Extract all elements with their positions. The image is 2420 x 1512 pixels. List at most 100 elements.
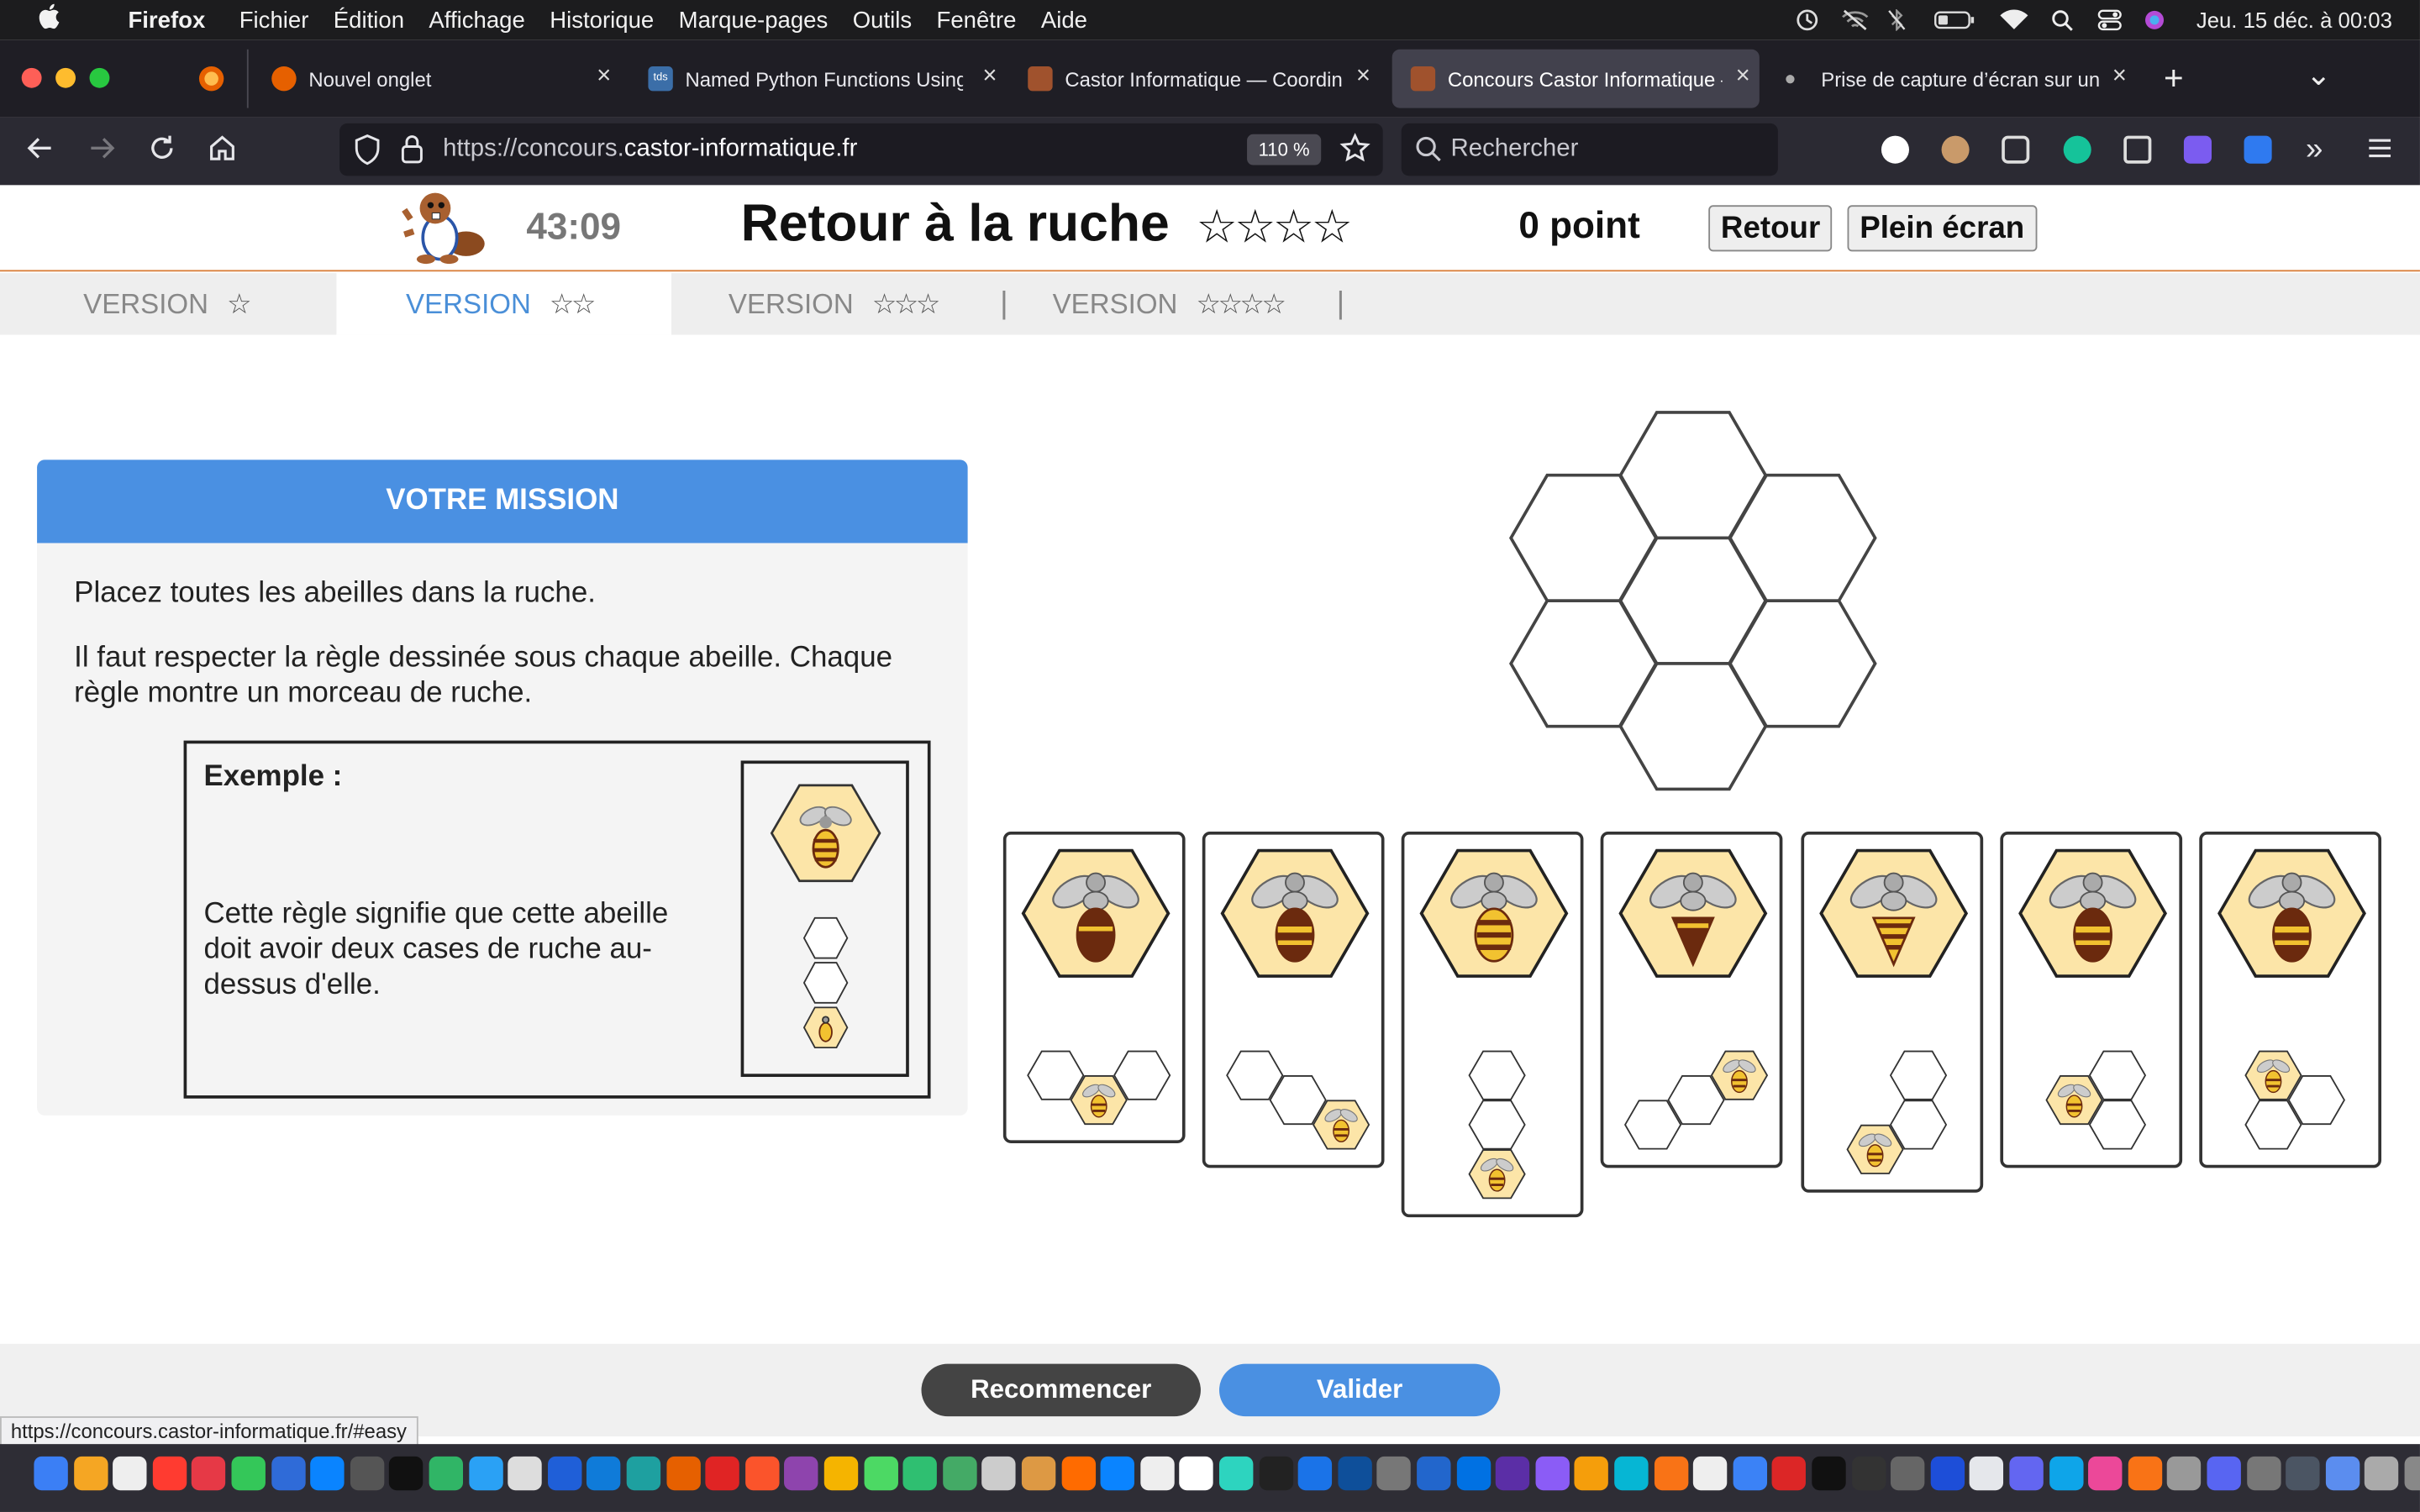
tab-castor-coordination[interactable]: Castor Informatique — Coordina ×	[1009, 50, 1380, 108]
dock-app-icon[interactable]	[2049, 1456, 2083, 1491]
dock-app-icon[interactable]	[2009, 1456, 2044, 1491]
url-text[interactable]: https://concours.castor-informatique.fr	[443, 136, 857, 164]
dock-app-icon[interactable]	[1812, 1456, 1846, 1491]
time-machine-icon[interactable]	[1795, 9, 1819, 31]
siri-icon[interactable]	[2144, 9, 2168, 31]
dock-app-icon[interactable]	[587, 1456, 622, 1491]
dock-app-icon[interactable]	[705, 1456, 740, 1491]
firefox-view-icon[interactable]	[197, 65, 225, 92]
dock-app-icon[interactable]	[626, 1456, 661, 1491]
tab-python-functions[interactable]: tds Named Python Functions Using ×	[629, 50, 1006, 108]
bluetooth-off-icon[interactable]	[1888, 8, 1912, 32]
dock-app-icon[interactable]	[1891, 1456, 1925, 1491]
tab-version-3-stars[interactable]: VERSION ☆☆☆	[671, 273, 996, 334]
dock-app-icon[interactable]	[2167, 1456, 2202, 1491]
dock-app-icon[interactable]	[784, 1456, 819, 1491]
dock-app-icon[interactable]	[1298, 1456, 1333, 1491]
dock-app-icon[interactable]	[863, 1456, 898, 1491]
bee-card[interactable]	[2000, 831, 2183, 1168]
menu-fichier[interactable]: Fichier	[227, 7, 321, 33]
dock-app-icon[interactable]	[1535, 1456, 1570, 1491]
dock-app-icon[interactable]	[1259, 1456, 1293, 1491]
dock-app-icon[interactable]	[1693, 1456, 1728, 1491]
translate-extension-icon[interactable]	[2123, 135, 2152, 164]
menubar-clock[interactable]: Jeu. 15 déc. à 00:03	[2196, 8, 2392, 32]
battery-icon[interactable]	[1934, 9, 1977, 31]
dock-app-icon[interactable]	[389, 1456, 424, 1491]
dock-app-icon[interactable]	[231, 1456, 266, 1491]
menu-fenetre[interactable]: Fenêtre	[924, 7, 1028, 33]
menu-aide[interactable]: Aide	[1028, 7, 1100, 33]
new-tab-button[interactable]: +	[2164, 59, 2184, 99]
close-tab-icon[interactable]: ×	[2112, 63, 2127, 91]
menu-marque-pages[interactable]: Marque-pages	[666, 7, 840, 33]
apple-menu-icon[interactable]	[24, 3, 72, 37]
dock-app-icon[interactable]	[2286, 1456, 2320, 1491]
dock-app-icon[interactable]	[1733, 1456, 1767, 1491]
window-close-button[interactable]	[21, 67, 42, 88]
restart-button[interactable]: Recommencer	[921, 1363, 1201, 1417]
avatar-extension-icon[interactable]	[1941, 135, 1970, 164]
back-button[interactable]: Retour	[1708, 205, 1833, 252]
dock-app-icon[interactable]	[1575, 1456, 1609, 1491]
bee-card[interactable]	[1002, 831, 1186, 1143]
dock-app-icon[interactable]	[1021, 1456, 1056, 1491]
menu-affichage[interactable]: Affichage	[417, 7, 538, 33]
dock-app-icon[interactable]	[468, 1456, 503, 1491]
dock-app-icon[interactable]	[2365, 1456, 2399, 1491]
home-icon[interactable]	[207, 133, 238, 171]
window-minimize-button[interactable]	[55, 67, 76, 88]
wifi-off-icon[interactable]	[1841, 9, 1869, 31]
dock-app-icon[interactable]	[2128, 1456, 2162, 1491]
fullscreen-button[interactable]: Plein écran	[1847, 205, 2037, 252]
dock-app-icon[interactable]	[429, 1456, 464, 1491]
dock-app-icon[interactable]	[981, 1456, 1017, 1491]
dock-app-icon[interactable]	[152, 1456, 187, 1491]
dock-app-icon[interactable]	[2404, 1456, 2420, 1491]
dock-app-icon[interactable]	[271, 1456, 305, 1491]
validate-button[interactable]: Valider	[1218, 1363, 1501, 1417]
bookmark-star-icon[interactable]	[1339, 133, 1370, 171]
dock-app-icon[interactable]	[1970, 1456, 2004, 1491]
close-tab-icon[interactable]: ×	[597, 63, 611, 91]
dock-app-icon[interactable]	[192, 1456, 226, 1491]
dock-app-icon[interactable]	[1100, 1456, 1135, 1491]
back-arrow-icon[interactable]	[24, 133, 55, 171]
bee-card[interactable]	[1600, 831, 1783, 1168]
tab-version-1-star[interactable]: VERSION ☆	[0, 273, 336, 334]
bee-card[interactable]	[2199, 831, 2382, 1168]
dock-app-icon[interactable]	[310, 1456, 345, 1491]
zoom-level-badge[interactable]: 110 %	[1247, 134, 1322, 165]
dock-app-icon[interactable]	[1377, 1456, 1412, 1491]
more-tools-chevron-icon[interactable]: »	[2306, 133, 2323, 168]
dock-app-icon[interactable]	[823, 1456, 859, 1491]
pocket-icon[interactable]	[2002, 135, 2030, 164]
dock-app-icon[interactable]	[547, 1456, 582, 1491]
dock-app-icon[interactable]	[1496, 1456, 1530, 1491]
dock-app-icon[interactable]	[2325, 1456, 2360, 1491]
tab-version-4-stars[interactable]: VERSION ☆☆☆☆	[1018, 273, 1334, 334]
pinterest-extension-icon[interactable]	[1881, 135, 1909, 164]
tab-concours-castor[interactable]: Concours Castor Informatique — ×	[1392, 49, 1760, 108]
dock-app-icon[interactable]	[1851, 1456, 1886, 1491]
dock-app-icon[interactable]	[902, 1456, 938, 1491]
dock-app-icon[interactable]	[1772, 1456, 1807, 1491]
reload-icon[interactable]	[146, 133, 177, 171]
dock-app-icon[interactable]	[113, 1456, 147, 1491]
dock-app-icon[interactable]	[73, 1456, 108, 1491]
spotlight-search-icon[interactable]	[2051, 9, 2075, 31]
dock-app-icon[interactable]	[666, 1456, 701, 1491]
menu-historique[interactable]: Historique	[538, 7, 666, 33]
menu-outils[interactable]: Outils	[840, 7, 924, 33]
dock-app-icon[interactable]	[1338, 1456, 1372, 1491]
forward-arrow-icon[interactable]	[87, 133, 118, 171]
dock-app-icon[interactable]	[1417, 1456, 1451, 1491]
dock-app-icon[interactable]	[350, 1456, 384, 1491]
dock-app-icon[interactable]	[1654, 1456, 1688, 1491]
window-maximize-button[interactable]	[89, 67, 110, 88]
dock-app-icon[interactable]	[508, 1456, 543, 1491]
lock-icon[interactable]	[400, 134, 424, 173]
dock-app-icon[interactable]	[1139, 1456, 1175, 1491]
close-tab-icon[interactable]: ×	[1356, 63, 1370, 91]
tracking-protection-shield-icon[interactable]	[354, 134, 381, 173]
